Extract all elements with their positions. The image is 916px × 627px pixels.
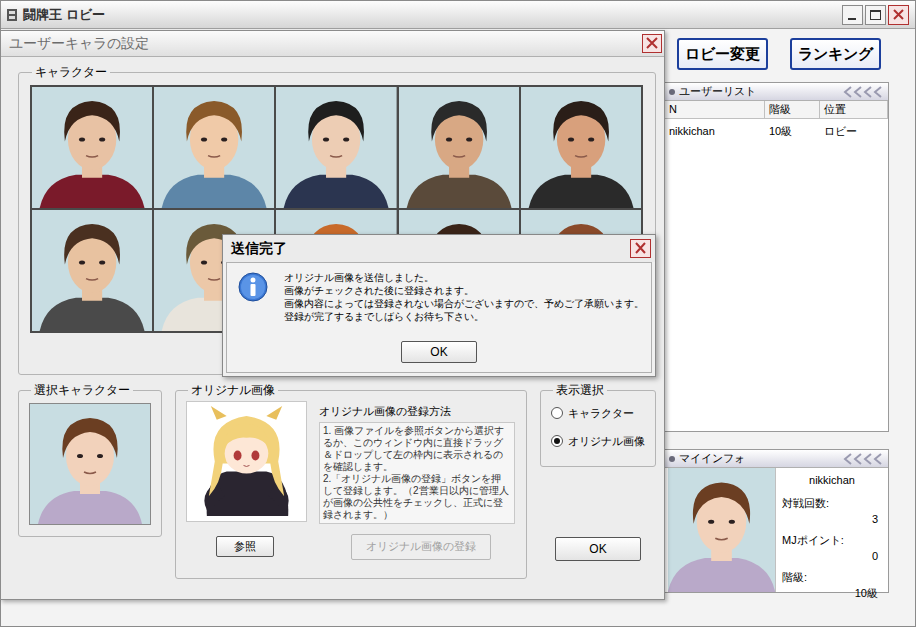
browse-button[interactable]: 参照 <box>216 536 274 557</box>
close-icon[interactable] <box>642 34 662 53</box>
display-options: キャラクターオリジナル画像 <box>551 405 645 449</box>
ok-button[interactable]: OK <box>555 537 641 561</box>
message-title: 送信完了 <box>231 238 287 259</box>
character-group-label: キャラクター <box>32 63 110 81</box>
user-list-panel: ユーザーリスト N階級位置 nikkichan10級ロビー <box>664 82 889 432</box>
minimize-icon[interactable] <box>842 5 863 25</box>
user-row[interactable]: nikkichan10級ロビー <box>665 123 888 139</box>
my-info-title: マイインフォ <box>679 450 745 467</box>
column-header[interactable]: N <box>665 101 765 118</box>
info-value: 0 <box>782 548 882 565</box>
message-line: オリジナル画像を送信しました。 <box>284 271 644 284</box>
character-tile[interactable] <box>521 87 641 208</box>
user-list-rows: nikkichan10級ロビー <box>665 119 888 139</box>
display-option[interactable]: オリジナル画像 <box>551 433 645 450</box>
register-button[interactable]: オリジナル画像の登録 <box>351 534 491 560</box>
character-tile[interactable] <box>399 87 519 208</box>
instruction-step: 2.「オリジナル画像の登録」ボタンを押して登録します。（2営業日以内に管理人が画… <box>323 473 511 521</box>
user-list-columns: N階級位置 <box>665 101 888 119</box>
main-title-bar[interactable]: 闘牌王 ロビー <box>1 1 915 29</box>
selected-portrait <box>29 403 151 525</box>
anime-girl-icon <box>187 402 306 521</box>
selected-character-group: 選択キャラクター <box>18 381 162 537</box>
info-stat: MJポイント:0 <box>782 532 882 565</box>
my-name: nikkichan <box>782 472 882 489</box>
user-list-header: ユーザーリスト <box>665 83 888 101</box>
info-label: 階級: <box>782 569 882 586</box>
user-cell: ロビー <box>820 123 888 140</box>
radio-button[interactable] <box>551 407 563 419</box>
user-cell: 10級 <box>765 123 820 140</box>
character-tile[interactable] <box>32 210 152 331</box>
original-image-label: オリジナル画像 <box>188 381 278 399</box>
message-line: 画像内容によっては登録されない場合がございますので、予めご了承願います。 <box>284 297 644 310</box>
user-cell: nikkichan <box>665 123 765 140</box>
message-title-bar[interactable]: 送信完了 <box>223 235 655 262</box>
bullet-icon <box>668 88 676 96</box>
character-tile[interactable] <box>154 87 274 208</box>
radio-label: キャラクター <box>568 405 634 422</box>
radio-dot <box>554 438 560 444</box>
message-line: 画像がチェックされた後に登録されます。 <box>284 284 644 297</box>
window-controls <box>842 5 909 25</box>
lobby-buttons: ロビー変更ランキング <box>664 38 889 70</box>
original-image-preview[interactable] <box>186 401 307 522</box>
instructions-box: 1. 画像ファイルを参照ボタンから選択するか、このウィンドウ内に直接ドラッグ＆ド… <box>319 422 515 524</box>
decoration-icon <box>841 86 885 98</box>
dialog-title: ユーザーキャラの設定 <box>9 33 149 54</box>
column-header[interactable]: 階級 <box>765 101 820 118</box>
display-group-label: 表示選択 <box>553 381 607 399</box>
info-icon <box>237 271 269 303</box>
info-stat: 階級:10級 <box>782 569 882 602</box>
display-option[interactable]: キャラクター <box>551 405 645 422</box>
my-info-header: マイインフォ <box>665 450 888 468</box>
instruction-step: 1. 画像ファイルを参照ボタンから選択するか、このウィンドウ内に直接ドラッグ＆ド… <box>323 425 511 473</box>
original-image-group: オリジナル画像 <box>175 381 527 579</box>
register-button-label: オリジナル画像の登録 <box>366 540 476 552</box>
message-ok-button[interactable]: OK <box>401 341 477 363</box>
app-icon <box>5 8 19 22</box>
radio-label: オリジナル画像 <box>568 433 645 450</box>
my-avatar <box>668 468 776 592</box>
selected-character-label: 選択キャラクター <box>31 381 133 399</box>
display-group: 表示選択 キャラクターオリジナル画像 <box>540 381 656 467</box>
lobby-side: ロビー変更ランキング ユーザーリスト N階級位置 nikkichan10級ロビー… <box>664 29 915 626</box>
info-label: 対戦回数: <box>782 495 882 512</box>
close-icon[interactable] <box>888 5 909 25</box>
close-icon[interactable] <box>630 239 651 258</box>
info-value: 3 <box>782 511 882 528</box>
main-title: 闘牌王 ロビー <box>23 5 105 25</box>
instructions-heading: オリジナル画像の登録方法 <box>319 403 515 420</box>
column-header[interactable]: 位置 <box>820 101 888 118</box>
info-value: 10級 <box>782 585 882 602</box>
message-line: 登録が完了するまでしばらくお待ち下さい。 <box>284 310 644 323</box>
maximize-icon[interactable] <box>865 5 886 25</box>
message-text: オリジナル画像を送信しました。画像がチェックされた後に登録されます。画像内容によ… <box>284 271 644 323</box>
my-info-stats: nikkichan 対戦回数:3MJポイント:0階級:10級 <box>776 468 888 592</box>
lobby-button[interactable]: ランキング <box>790 38 881 70</box>
character-tile[interactable] <box>32 87 152 208</box>
character-tile[interactable] <box>276 87 396 208</box>
dialog-title-bar[interactable]: ユーザーキャラの設定 <box>1 31 664 57</box>
bullet-icon <box>668 455 676 463</box>
radio-button[interactable] <box>551 435 563 447</box>
info-label: MJポイント: <box>782 532 882 549</box>
lobby-button[interactable]: ロビー変更 <box>677 38 768 70</box>
user-list-title: ユーザーリスト <box>679 83 756 100</box>
decoration-icon <box>841 453 885 465</box>
message-box: 送信完了 オリジナル画像を送信しました。画像がチェックされた後に登録されます。画… <box>222 234 656 377</box>
my-info-panel: マイインフォ nikkichan 対戦回数:3MJポイント:0階級:10級 <box>664 449 889 593</box>
info-stat: 対戦回数:3 <box>782 495 882 528</box>
